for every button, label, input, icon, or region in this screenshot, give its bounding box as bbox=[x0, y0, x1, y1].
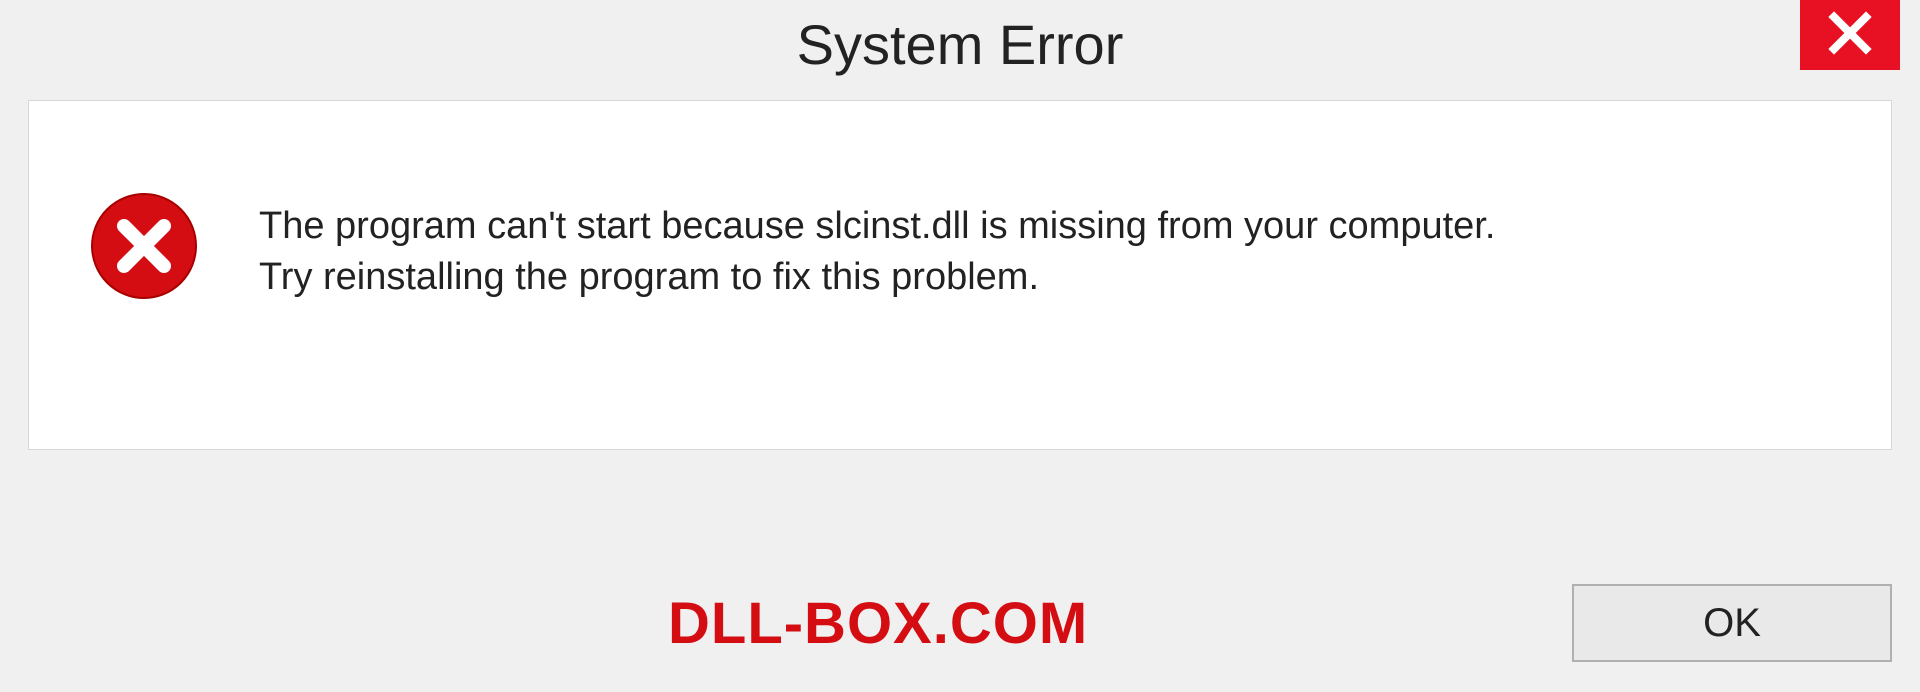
message-block: The program can't start because slcinst.… bbox=[259, 201, 1831, 304]
message-line-1: The program can't start because slcinst.… bbox=[259, 201, 1831, 252]
error-icon bbox=[89, 191, 199, 306]
message-line-2: Try reinstalling the program to fix this… bbox=[259, 252, 1831, 303]
ok-button[interactable]: OK bbox=[1572, 584, 1892, 662]
window-title: System Error bbox=[797, 12, 1124, 77]
footer: DLL-BOX.COM OK bbox=[28, 584, 1892, 662]
content-panel: The program can't start because slcinst.… bbox=[28, 100, 1892, 450]
watermark-text: DLL-BOX.COM bbox=[668, 590, 1088, 657]
close-icon bbox=[1828, 11, 1872, 60]
ok-button-label: OK bbox=[1703, 601, 1761, 646]
close-button[interactable] bbox=[1800, 0, 1900, 70]
titlebar: System Error bbox=[0, 0, 1920, 100]
